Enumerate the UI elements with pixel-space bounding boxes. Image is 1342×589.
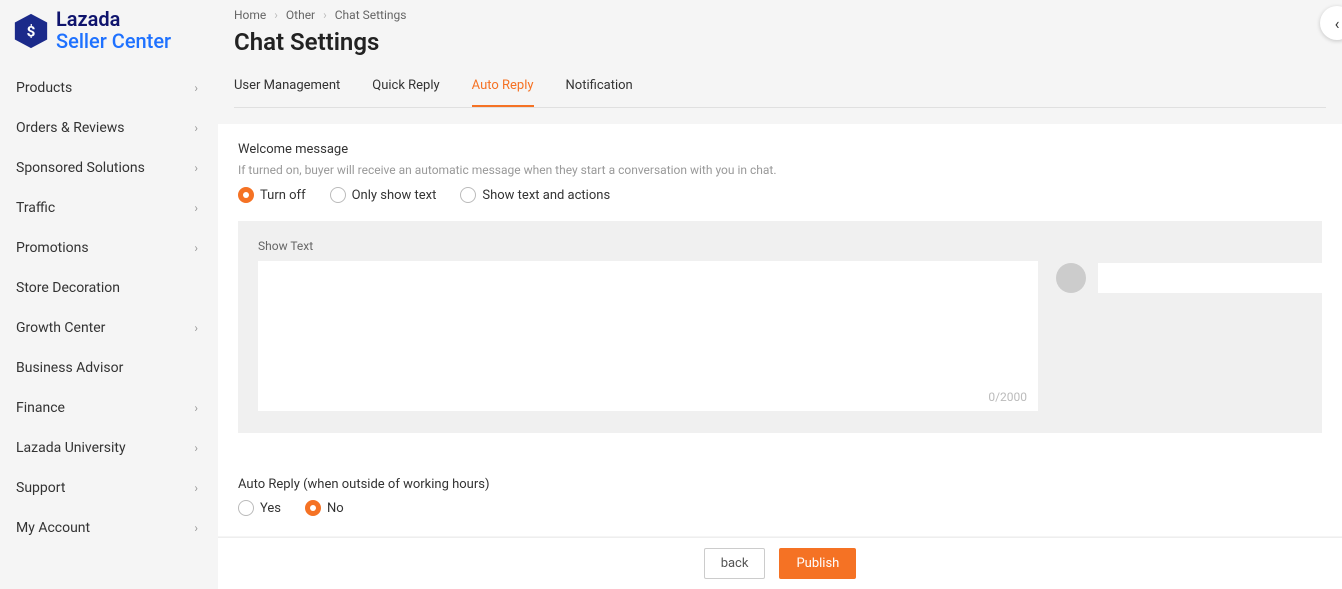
chevron-right-icon: ›: [194, 401, 198, 415]
welcome-radio-show-text-and-actions[interactable]: Show text and actions: [460, 187, 610, 203]
sidebar-item-products[interactable]: Products ›: [0, 68, 218, 108]
sidebar-item-lazada-university[interactable]: Lazada University ›: [0, 428, 218, 468]
sidebar-item-sponsored-solutions[interactable]: Sponsored Solutions ›: [0, 148, 218, 188]
chevron-right-icon: ›: [323, 8, 327, 22]
preview-bubble: [1098, 263, 1342, 293]
logo-line1: Lazada: [56, 8, 171, 30]
radio-dot-icon: [460, 187, 476, 203]
breadcrumb-other[interactable]: Other: [286, 8, 315, 22]
radio-label: Yes: [260, 501, 281, 516]
sidebar-item-label: Sponsored Solutions: [16, 160, 145, 176]
breadcrumb: Home › Other › Chat Settings: [234, 8, 1326, 22]
chevron-right-icon: ›: [194, 201, 198, 215]
sidebar-item-my-account[interactable]: My Account ›: [0, 508, 218, 548]
show-text-panel: Show Text 0/2000: [238, 221, 1322, 433]
sidebar-item-finance[interactable]: Finance ›: [0, 388, 218, 428]
radio-dot-icon: [238, 500, 254, 516]
welcome-radio-only-show-text[interactable]: Only show text: [330, 187, 437, 203]
autoreply-radio-no[interactable]: No: [305, 500, 344, 516]
chevron-right-icon: ›: [194, 241, 198, 255]
radio-label: Only show text: [352, 188, 437, 203]
welcome-desc: If turned on, buyer will receive an auto…: [238, 163, 1322, 177]
logo[interactable]: $ Lazada Seller Center: [0, 0, 218, 68]
tab-user-management[interactable]: User Management: [234, 78, 340, 107]
welcome-title: Welcome message: [238, 142, 1322, 157]
sidebar-item-label: Orders & Reviews: [16, 120, 125, 136]
sidebar-item-label: Support: [16, 480, 65, 496]
sidebar-item-business-advisor[interactable]: Business Advisor: [0, 348, 218, 388]
breadcrumb-current: Chat Settings: [335, 8, 407, 22]
chevron-right-icon: ›: [194, 161, 198, 175]
page-title: Chat Settings: [234, 28, 1326, 56]
chevron-right-icon: ›: [194, 441, 198, 455]
main: Home › Other › Chat Settings Chat Settin…: [218, 0, 1342, 589]
preview-column: [1056, 239, 1342, 293]
radio-dot-icon: [238, 187, 254, 203]
welcome-radio-group: Turn off Only show text Show text and acti…: [238, 187, 1322, 203]
auto-reply-radio-group: Yes No: [238, 500, 1322, 516]
sidebar-item-traffic[interactable]: Traffic ›: [0, 188, 218, 228]
sidebar-item-label: Growth Center: [16, 320, 105, 336]
bottom-action-bar: back Publish: [218, 537, 1342, 589]
sidebar-item-promotions[interactable]: Promotions ›: [0, 228, 218, 268]
sidebar-item-orders-reviews[interactable]: Orders & Reviews ›: [0, 108, 218, 148]
chevron-right-icon: ›: [274, 8, 278, 22]
autoreply-radio-yes[interactable]: Yes: [238, 500, 281, 516]
sidebar-item-label: Promotions: [16, 240, 89, 256]
auto-reply-card: Auto Reply (when outside of working hour…: [218, 463, 1342, 536]
sidebar-item-label: Lazada University: [16, 440, 126, 456]
chevron-right-icon: ›: [194, 521, 198, 535]
tab-auto-reply[interactable]: Auto Reply: [472, 78, 534, 107]
svg-text:$: $: [27, 23, 36, 41]
back-button[interactable]: back: [704, 548, 766, 579]
sidebar-item-growth-center[interactable]: Growth Center ›: [0, 308, 218, 348]
tab-notification[interactable]: Notification: [566, 78, 633, 107]
chevron-right-icon: ›: [194, 481, 198, 495]
publish-button[interactable]: Publish: [779, 548, 856, 579]
sidebar-item-store-decoration[interactable]: Store Decoration: [0, 268, 218, 308]
avatar-icon: [1056, 263, 1086, 293]
tab-quick-reply[interactable]: Quick Reply: [372, 78, 439, 107]
sidebar-item-label: Business Advisor: [16, 360, 123, 376]
sidebar-item-label: Products: [16, 80, 72, 96]
radio-label: No: [327, 501, 344, 516]
chevron-right-icon: ›: [194, 121, 198, 135]
sidebar-item-label: Finance: [16, 400, 65, 416]
char-counter: 0/2000: [988, 390, 1027, 404]
radio-dot-icon: [330, 187, 346, 203]
logo-line2: Seller Center: [56, 30, 171, 52]
tabs: User Management Quick Reply Auto Reply Noti…: [234, 78, 1326, 108]
sidebar-item-support[interactable]: Support ›: [0, 468, 218, 508]
radio-label: Turn off: [260, 188, 306, 203]
radio-dot-icon: [305, 500, 321, 516]
show-text-label: Show Text: [258, 239, 1038, 253]
show-text-textarea[interactable]: 0/2000: [258, 261, 1038, 411]
breadcrumb-home[interactable]: Home: [234, 8, 266, 22]
sidebar-item-label: Traffic: [16, 200, 55, 216]
sidebar-item-label: My Account: [16, 520, 90, 536]
welcome-message-card: Welcome message If turned on, buyer will…: [218, 124, 1342, 463]
welcome-radio-turn-off[interactable]: Turn off: [238, 187, 306, 203]
lazada-logo-icon: $: [12, 12, 50, 50]
radio-label: Show text and actions: [482, 188, 610, 203]
sidebar-nav: Products›Orders & Reviews›Sponsored Solu…: [0, 68, 218, 548]
sidebar-item-label: Store Decoration: [16, 280, 120, 296]
sidebar: $ Lazada Seller Center Products›Orders &…: [0, 0, 218, 589]
auto-reply-title: Auto Reply (when outside of working hour…: [238, 477, 1322, 492]
chevron-right-icon: ›: [194, 321, 198, 335]
chevron-right-icon: ›: [194, 81, 198, 95]
